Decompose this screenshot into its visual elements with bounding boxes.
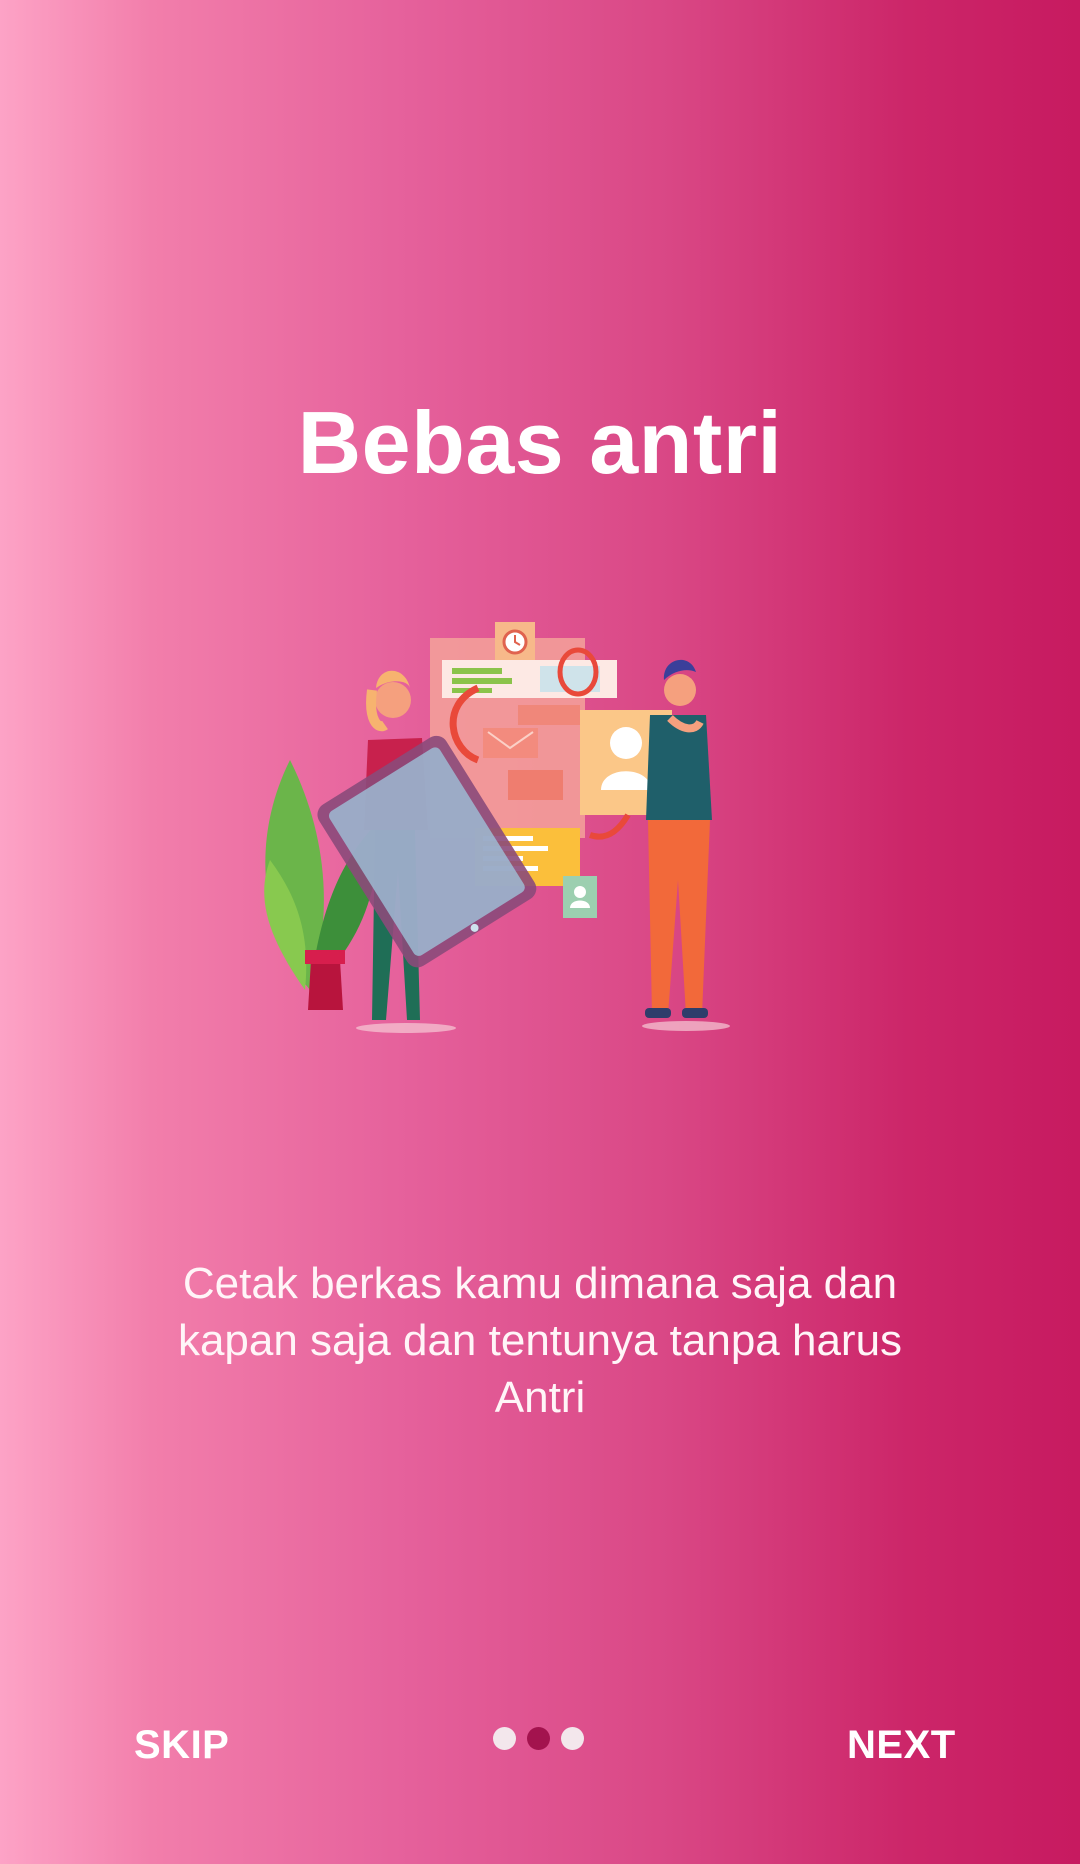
- page-indicator: [493, 1727, 584, 1751]
- description-text: Cetak berkas kamu dimana saja dan kapan …: [177, 1259, 903, 1422]
- page-title: Bebas antri: [297, 393, 783, 492]
- page-dot-2-active[interactable]: [527, 1727, 550, 1750]
- page-dot-3[interactable]: [561, 1727, 584, 1750]
- page-dot-1[interactable]: [493, 1727, 516, 1750]
- people-queue-illustration: [250, 610, 750, 1070]
- skip-button[interactable]: SKIP: [134, 1720, 229, 1770]
- next-button[interactable]: NEXT: [847, 1720, 956, 1770]
- onboarding-screen: Bebas antri Cetak berkas kamu dimana saj…: [0, 0, 1080, 1864]
